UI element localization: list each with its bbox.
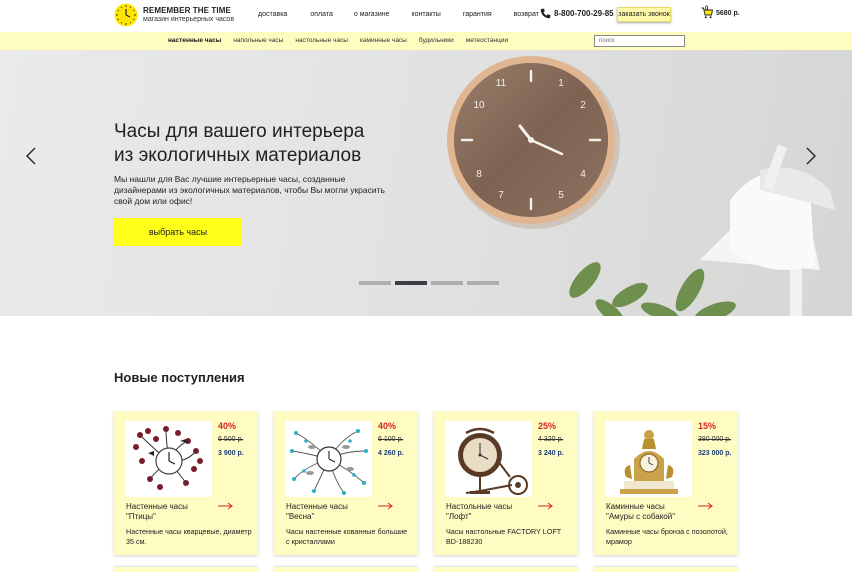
old-price: 6 100 р. (378, 436, 404, 443)
new-price: 3 900 р. (218, 450, 244, 457)
top-navigation: доставка оплата о магазине контакты гара… (258, 11, 539, 18)
product-name-line-2: "Амуры с собакой" (606, 512, 676, 521)
product-card[interactable]: 25% 4 320 р. 3 240 р. Настольные часы "Л… (434, 411, 578, 555)
lamp-image (700, 144, 835, 316)
product-card[interactable]: 40% 6 100 р. 4 260 р. Настенные часы "Ве… (274, 411, 418, 555)
discount-badge: 40% (218, 421, 237, 431)
arrow-right-icon[interactable] (378, 502, 394, 510)
slider-dot-1[interactable] (359, 281, 391, 285)
plant-image (569, 262, 736, 316)
category-bar: настенные часы напольные часы настольные… (0, 32, 852, 50)
category-wall-clocks[interactable]: настенные часы (168, 37, 221, 44)
hero-description: Мы нашли для Вас лучшие интерьерные часы… (114, 174, 385, 206)
category-weather-stations[interactable]: метеостанции (466, 37, 508, 44)
product-name-line-2: "Весна" (286, 512, 315, 521)
discount-badge: 25% (538, 421, 557, 431)
phone-number: 8-800-700-29-85 (554, 9, 614, 18)
nav-payment[interactable]: оплата (310, 11, 333, 18)
slider-next-arrow-icon[interactable] (806, 147, 816, 165)
nav-delivery[interactable]: доставка (258, 11, 287, 18)
wall-clock-image: 1 2 4 5 7 8 10 11 (447, 56, 620, 229)
brand-subtitle: магазин интерьерных часов (143, 16, 235, 23)
product-image-spring-clock (286, 421, 372, 497)
svg-text:2: 2 (580, 100, 586, 111)
hero-title-line-2: из экологичных материалов (114, 145, 362, 166)
category-floor-clocks[interactable]: напольные часы (233, 37, 283, 44)
product-card-partial[interactable] (434, 567, 578, 572)
cart-total: 5680 р. (716, 9, 740, 17)
svg-text:5: 5 (558, 190, 564, 201)
product-image-fireplace-clock (606, 421, 692, 497)
product-card[interactable]: 40% 6 500 р. 3 900 р. Настенные часы "Пт… (114, 411, 258, 555)
site-header: REMEMBER THE TIME магазин интерьерных ча… (0, 0, 852, 32)
product-name-line-1: Каминные часы (606, 502, 665, 511)
hero-title-line-1: Часы для вашего интерьера (114, 121, 365, 142)
logo[interactable]: REMEMBER THE TIME магазин интерьерных ча… (114, 3, 234, 27)
svg-text:7: 7 (498, 190, 504, 201)
svg-text:11: 11 (496, 78, 507, 89)
product-name[interactable]: Каминные часы "Амуры с собакой" (606, 502, 698, 522)
svg-text:4: 4 (580, 169, 586, 180)
slider-dots (359, 281, 503, 285)
product-card[interactable]: 15% 380 000 р. 323 000 р. Каминные часы … (594, 411, 738, 555)
product-description: Часы настольные FACTORY LOFT BD-188230 (446, 527, 562, 546)
product-name[interactable]: Настольные часы "Лофт" (446, 502, 538, 522)
nav-about[interactable]: о магазине (354, 11, 390, 18)
category-alarm-clocks[interactable]: будильники (419, 37, 454, 44)
phone-icon (540, 8, 551, 19)
logo-text: REMEMBER THE TIME магазин интерьерных ча… (143, 6, 234, 24)
product-card-partial[interactable] (114, 567, 258, 572)
brand-title: REMEMBER THE TIME (143, 6, 231, 15)
product-name-line-1: Настенные часы (126, 502, 188, 511)
product-name[interactable]: Настенные часы "Весна" (286, 502, 378, 522)
clock-logo-icon (114, 3, 138, 27)
cart[interactable]: 0 5680 р. (701, 6, 740, 19)
search-input[interactable] (594, 35, 685, 47)
category-table-clocks[interactable]: настольные часы (295, 37, 348, 44)
product-name-line-1: Настольные часы (446, 502, 513, 511)
product-name[interactable]: Настенные часы "Птицы" (126, 502, 218, 522)
old-price: 380 000 р. (698, 436, 732, 443)
discount-badge: 15% (698, 421, 717, 431)
new-price: 3 240 р. (538, 450, 564, 457)
svg-text:10: 10 (473, 100, 485, 111)
discount-badge: 40% (378, 421, 397, 431)
arrow-right-icon[interactable] (698, 502, 714, 510)
product-name-line-2: "Лофт" (446, 512, 472, 521)
product-image-loft-clock (446, 421, 532, 497)
product-name-line-2: "Птицы" (126, 512, 156, 521)
product-card-partial[interactable] (594, 567, 738, 572)
arrow-right-icon[interactable] (218, 502, 234, 510)
product-name-line-1: Настенные часы (286, 502, 348, 511)
svg-text:8: 8 (476, 169, 482, 180)
arrow-right-icon[interactable] (538, 502, 554, 510)
callback-button[interactable]: заказать звонок (617, 7, 671, 22)
slider-dot-3[interactable] (431, 281, 463, 285)
category-fireplace-clocks[interactable]: каминные часы (360, 37, 407, 44)
nav-warranty[interactable]: гарантия (463, 11, 492, 18)
phone-contact[interactable]: 8-800-700-29-85 (540, 8, 614, 19)
product-description: Каминные часы бронза с позолотой, мрамор (606, 527, 728, 546)
new-price: 323 000 р. (698, 450, 732, 457)
svg-text:1: 1 (558, 78, 564, 89)
choose-clocks-button[interactable]: выбрать часы (114, 218, 242, 246)
product-card-partial[interactable] (274, 567, 418, 572)
nav-contacts[interactable]: контакты (412, 11, 441, 18)
slider-dot-2[interactable] (395, 281, 427, 285)
slider-dot-4[interactable] (467, 281, 499, 285)
category-navigation: настенные часы напольные часы настольные… (168, 37, 508, 44)
cart-count: 0 (705, 6, 709, 12)
product-image-birds-clock (126, 421, 212, 497)
new-price: 4 260 р. (378, 450, 404, 457)
old-price: 6 500 р. (218, 436, 244, 443)
section-title-new-arrivals: Новые поступления (114, 370, 245, 385)
slider-prev-arrow-icon[interactable] (26, 147, 36, 165)
nav-returns[interactable]: возврат (514, 11, 539, 18)
product-description: Настенные часы кварцевые, диаметр 35 см. (126, 527, 252, 546)
product-description: Часы настенные кованные большие с криста… (286, 527, 408, 546)
old-price: 4 320 р. (538, 436, 564, 443)
hero-title: Часы для вашего интерьера из экологичных… (114, 120, 414, 168)
hero-slider: 1 2 4 5 7 8 10 11 Часы для вашего интерьера… (0, 50, 852, 316)
